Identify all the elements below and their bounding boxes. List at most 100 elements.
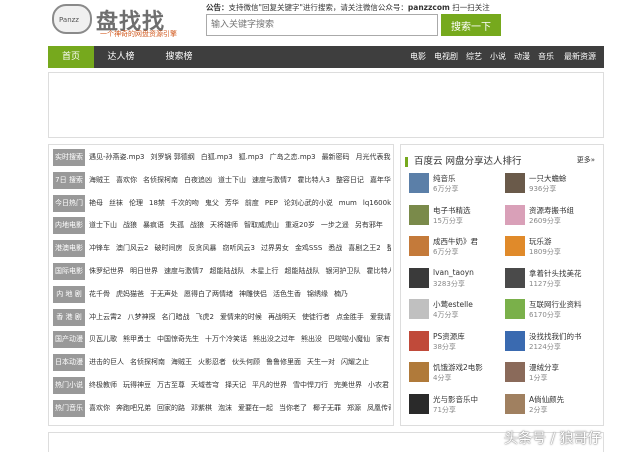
keyword-link[interactable]: 海贼王	[89, 176, 110, 184]
keyword-link[interactable]: 道士下山	[218, 176, 246, 184]
avatar[interactable]	[409, 173, 429, 193]
keyword-link[interactable]: 火影忍者	[198, 358, 226, 366]
keyword-link[interactable]: 郑源	[347, 404, 361, 412]
keyword-link[interactable]: 霍比特人3	[366, 267, 391, 275]
keyword-link[interactable]: 万古至尊	[157, 381, 185, 389]
keyword-link[interactable]: 名侦探柯南	[143, 176, 178, 184]
keyword-link[interactable]: 失孤	[170, 221, 184, 229]
user-name[interactable]: 没找找我们的书	[529, 331, 582, 342]
keyword-link[interactable]: 楠乃	[334, 290, 348, 298]
avatar[interactable]	[505, 267, 525, 288]
keyword-link[interactable]: 月光代表我	[356, 153, 391, 161]
user-name[interactable]: 饥饿游戏2电影	[433, 362, 483, 373]
keyword-link[interactable]: 反贪风暴	[188, 244, 216, 252]
keyword-link[interactable]: 贝瓦儿歌	[89, 335, 117, 343]
avatar[interactable]	[505, 236, 525, 256]
avatar[interactable]	[505, 299, 525, 319]
avatar[interactable]	[505, 330, 525, 351]
keyword-link[interactable]: 雪中悍刀行	[293, 381, 328, 389]
keyword-link[interactable]: 前度	[245, 199, 259, 207]
keyword-link[interactable]: 熊出没之过年	[253, 335, 295, 343]
keyword-link[interactable]: 家有	[376, 335, 390, 343]
more-link[interactable]: 更多»	[577, 155, 595, 165]
keyword-link[interactable]: 芳华	[225, 199, 239, 207]
keyword-link[interactable]: 论刘心武的小说	[284, 199, 333, 207]
row-tag[interactable]: 7日 搜索	[53, 171, 85, 189]
keyword-link[interactable]: 千次的吻	[171, 199, 199, 207]
keyword-link[interactable]: 侏罗纪世界	[89, 267, 124, 275]
avatar[interactable]	[409, 393, 429, 414]
nav-novel[interactable]: 小说	[490, 46, 506, 68]
avatar[interactable]	[505, 393, 525, 414]
keyword-link[interactable]: 鲁鲁修里面	[266, 358, 301, 366]
keyword-link[interactable]: 金鸡SSS	[295, 244, 322, 252]
keyword-link[interactable]: 椰子无罪	[313, 404, 341, 412]
keyword-link[interactable]: 暴疯语	[143, 221, 164, 229]
keyword-link[interactable]: 天将雄师	[210, 221, 238, 229]
keyword-link[interactable]: 刘罗锅 郭德纲	[150, 153, 194, 161]
avatar[interactable]	[409, 236, 429, 256]
keyword-link[interactable]: 虎妈猫爸	[116, 290, 144, 298]
keyword-link[interactable]: 再战明天	[268, 313, 296, 321]
row-tag[interactable]: 国产动漫	[53, 331, 85, 349]
keyword-link[interactable]: 澳门风云2	[116, 244, 148, 252]
keyword-link[interactable]: 18禁	[149, 199, 165, 207]
keyword-link[interactable]: 小农君	[368, 381, 389, 389]
keyword-link[interactable]: 过界男女	[261, 244, 289, 252]
keyword-link[interactable]: 当你老了	[279, 404, 307, 412]
keyword-link[interactable]: 速度与激情7	[164, 267, 203, 275]
keyword-link[interactable]: mum	[339, 199, 357, 207]
user-name[interactable]: 互联网行业资料	[529, 299, 582, 310]
keyword-link[interactable]: 超能陆战队	[284, 267, 319, 275]
keyword-link[interactable]: 八梦神探	[127, 313, 155, 321]
nav-latest[interactable]: 最新资源	[564, 46, 596, 68]
user-name[interactable]: 电子书精选	[433, 205, 471, 216]
avatar[interactable]	[505, 173, 525, 193]
ranking-user[interactable]: lvan_taoyn 3283分享	[409, 267, 505, 292]
keyword-link[interactable]: 爱情来的时候	[220, 313, 262, 321]
keyword-link[interactable]: 完美世界	[334, 381, 362, 389]
keyword-link[interactable]: 丝袜	[109, 199, 123, 207]
keyword-link[interactable]: 悉战	[328, 244, 342, 252]
keyword-link[interactable]: 最新密码	[322, 153, 350, 161]
keyword-link[interactable]: lq1600k	[363, 199, 391, 207]
keyword-link[interactable]: 熊出没	[301, 335, 322, 343]
user-name[interactable]: 纯音乐	[433, 173, 456, 184]
keyword-link[interactable]: 整容	[387, 244, 391, 252]
nav-home[interactable]: 首页	[48, 46, 94, 68]
ranking-user[interactable]: 漫绒分享 1分享	[505, 362, 601, 386]
keyword-link[interactable]: 一步之遥	[321, 221, 349, 229]
row-tag[interactable]: 今日热门	[53, 194, 85, 212]
nav-variety[interactable]: 综艺	[466, 46, 482, 68]
keyword-link[interactable]: 速度与激情7	[252, 176, 291, 184]
keyword-link[interactable]: 明日世界	[130, 267, 158, 275]
avatar[interactable]	[409, 330, 429, 351]
avatar[interactable]	[505, 362, 525, 382]
keyword-link[interactable]: 喜欢你	[116, 176, 137, 184]
ranking-user[interactable]: 一只大蟾蜍 936分享	[505, 173, 601, 197]
keyword-link[interactable]: 择天记	[225, 381, 246, 389]
ranking-user[interactable]: 成西牛奶》君 6万分享	[409, 236, 505, 260]
keyword-link[interactable]: 名侦探柯南	[130, 358, 165, 366]
avatar[interactable]	[505, 204, 525, 225]
keyword-link[interactable]: 回家的路	[157, 404, 185, 412]
keyword-link[interactable]: 道士下山	[89, 221, 117, 229]
ranking-user[interactable]: 小莺estelle 4万分享	[409, 299, 505, 323]
ranking-user[interactable]: 电子书精选 15万分享	[409, 204, 505, 229]
keyword-link[interactable]: 平凡的世界	[252, 381, 287, 389]
avatar[interactable]	[409, 362, 429, 382]
keyword-link[interactable]: 鬼父	[205, 199, 219, 207]
row-tag[interactable]: 港澳电影	[53, 240, 85, 258]
keyword-link[interactable]: 伦理	[129, 199, 143, 207]
keyword-link[interactable]: 整容日记	[336, 176, 364, 184]
keyword-link[interactable]: 智取威虎山	[244, 221, 279, 229]
keyword-link[interactable]: 邓紫棋	[191, 404, 212, 412]
keyword-link[interactable]: 银河护卫队	[325, 267, 360, 275]
ranking-user[interactable]: PS资源库 38分享	[409, 330, 505, 355]
keyword-link[interactable]: 爱要在一起	[238, 404, 273, 412]
nav-music[interactable]: 音乐	[538, 46, 554, 68]
keyword-link[interactable]: 泡沫	[218, 404, 232, 412]
keyword-link[interactable]: 霍比特人3	[297, 176, 329, 184]
keyword-link[interactable]: 战狼	[123, 221, 137, 229]
keyword-link[interactable]: 凤凰传奇	[367, 404, 391, 412]
